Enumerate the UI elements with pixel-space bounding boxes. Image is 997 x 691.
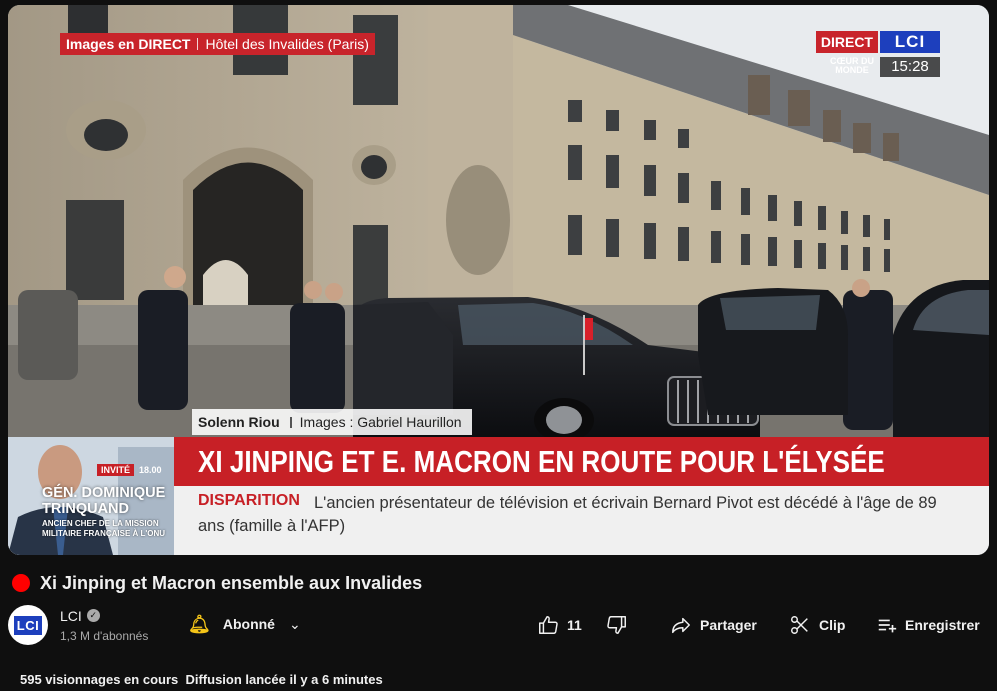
avatar-logo: LCI bbox=[13, 615, 43, 635]
live-location-tag: Images en DIRECT Hôtel des Invalides (Par… bbox=[60, 33, 375, 55]
thumb-down-icon bbox=[607, 616, 626, 634]
view-stats: 595 visionnages en cours Diffusion lancé… bbox=[20, 672, 383, 687]
clip-label: Clip bbox=[819, 617, 846, 633]
channel-name[interactable]: LCI bbox=[60, 608, 82, 624]
headline-banner: XI JINPING ET E. MACRON EN ROUTE POUR L'… bbox=[174, 437, 989, 486]
broadcast-clock: 15:28 bbox=[880, 57, 940, 77]
guest-role: ANCIEN CHEF DE LA MISSION MILITAIRE FRAN… bbox=[42, 519, 166, 538]
guest-badge: INVITÉ bbox=[97, 464, 135, 476]
subscriber-count: 1,3 M d'abonnés bbox=[60, 628, 149, 643]
live-dot-icon bbox=[12, 574, 30, 592]
guest-name-line1: GÉN. DOMINIQUE bbox=[42, 485, 166, 501]
verified-icon: ✓ bbox=[86, 609, 100, 622]
live-tag-label: Images en DIRECT bbox=[66, 36, 191, 52]
credits-bar: Solenn Riou Images : Gabriel Haurillon bbox=[192, 409, 472, 435]
subscribe-button[interactable]: 🔔︎ Abonné ⌄ bbox=[176, 604, 313, 644]
credit-reporter: Solenn Riou bbox=[198, 414, 280, 430]
video-player[interactable]: Images en DIRECT Hôtel des Invalides (Par… bbox=[8, 5, 989, 555]
channel-details: LCI ✓ 1,3 M d'abonnés bbox=[60, 608, 148, 643]
like-count: 11 bbox=[567, 617, 582, 633]
bell-icon: 🔔︎ bbox=[188, 613, 211, 634]
guest-name-line2: TRINQUAND bbox=[42, 501, 129, 517]
chevron-down-icon: ⌄ bbox=[288, 615, 301, 632]
news-ticker: DISPARITION L'ancien présentateur de tél… bbox=[174, 486, 989, 555]
program-logo: CŒUR DU MONDE bbox=[830, 56, 874, 75]
stream-started: Diffusion lancée il y a 6 minutes bbox=[185, 672, 383, 687]
direct-badge: DIRECT bbox=[815, 31, 878, 53]
guest-name: GÉN. DOMINIQUE TRINQUAND bbox=[42, 485, 165, 517]
channel-name-row: LCI ✓ bbox=[60, 608, 148, 624]
subscribe-label: Abonné bbox=[222, 616, 275, 632]
ticker-text: L'ancien présentateur de télévision et é… bbox=[198, 494, 937, 535]
save-label: Enregistrer bbox=[905, 617, 980, 633]
guest-panel: INVITÉ 18.00 GÉN. DOMINIQUE TRINQUAND AN… bbox=[8, 437, 174, 555]
headline-text: XI JINPING ET E. MACRON EN ROUTE POUR L'… bbox=[198, 444, 885, 479]
channel-info: LCI LCI ✓ 1,3 M d'abonnés bbox=[8, 603, 148, 647]
live-viewers: 595 visionnages en cours bbox=[20, 672, 179, 687]
dislike-button[interactable] bbox=[606, 610, 628, 640]
thumb-up-icon bbox=[539, 616, 558, 634]
lci-logo: LCI bbox=[880, 31, 940, 53]
share-icon bbox=[672, 617, 690, 634]
clip-button[interactable]: Clip bbox=[789, 610, 845, 640]
video-title: Xi Jinping et Macron ensemble aux Invali… bbox=[40, 572, 423, 593]
video-title-row: Xi Jinping et Macron ensemble aux Invali… bbox=[12, 571, 422, 595]
playlist-add-icon bbox=[878, 619, 897, 633]
channel-avatar[interactable]: LCI bbox=[8, 605, 48, 645]
scissors-icon bbox=[791, 616, 808, 634]
like-button[interactable]: 11 bbox=[537, 610, 582, 640]
guest-time: 18.00 bbox=[139, 465, 162, 475]
like-dislike-group: 11 bbox=[537, 610, 628, 640]
share-button[interactable]: Partager bbox=[670, 610, 757, 640]
save-button[interactable]: Enregistrer bbox=[876, 610, 980, 640]
share-label: Partager bbox=[700, 617, 757, 633]
credit-images: Images : Gabriel Haurillon bbox=[299, 414, 462, 430]
live-tag-place: Hôtel des Invalides (Paris) bbox=[205, 36, 369, 52]
